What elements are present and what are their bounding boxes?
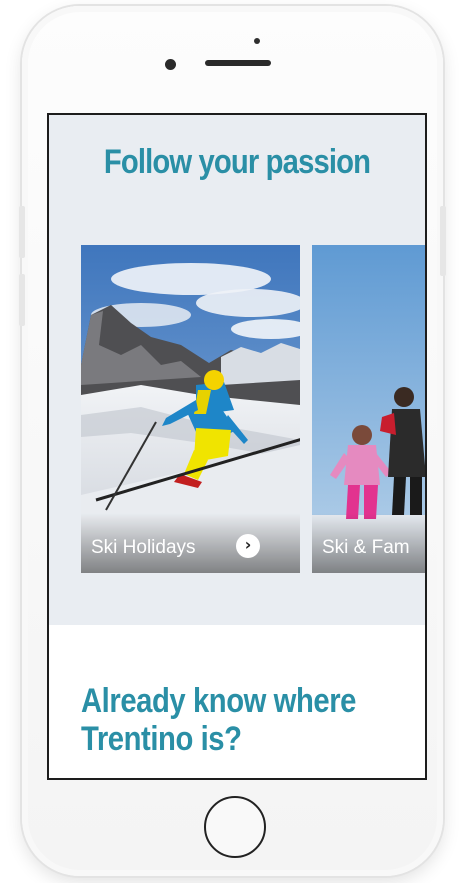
card-ski-holidays[interactable]: Ski Holidays › <box>81 245 300 573</box>
app-screen: Follow your passion Ski Holidays › Ski &… <box>47 113 427 780</box>
card-ski-family[interactable]: Ski & Fam <box>312 245 425 573</box>
power-button <box>440 206 446 276</box>
trentino-location-title: Already know where Trentino is? <box>81 682 356 758</box>
title-line-2: Trentino is? <box>81 720 242 758</box>
card-label: Ski Holidays <box>91 537 196 558</box>
title-line-1: Already know where <box>81 682 357 720</box>
earpiece-speaker <box>205 60 271 66</box>
passion-section: Follow your passion Ski Holidays › Ski &… <box>49 115 425 625</box>
front-camera-icon <box>165 59 176 70</box>
volume-up-button <box>19 206 25 258</box>
chevron-right-circle-icon[interactable]: › <box>236 534 260 558</box>
card-label: Ski & Fam <box>322 537 410 558</box>
volume-down-button <box>19 274 25 326</box>
home-button[interactable] <box>204 796 266 858</box>
proximity-sensor <box>254 38 260 44</box>
section-title: Follow your passion <box>103 143 371 181</box>
